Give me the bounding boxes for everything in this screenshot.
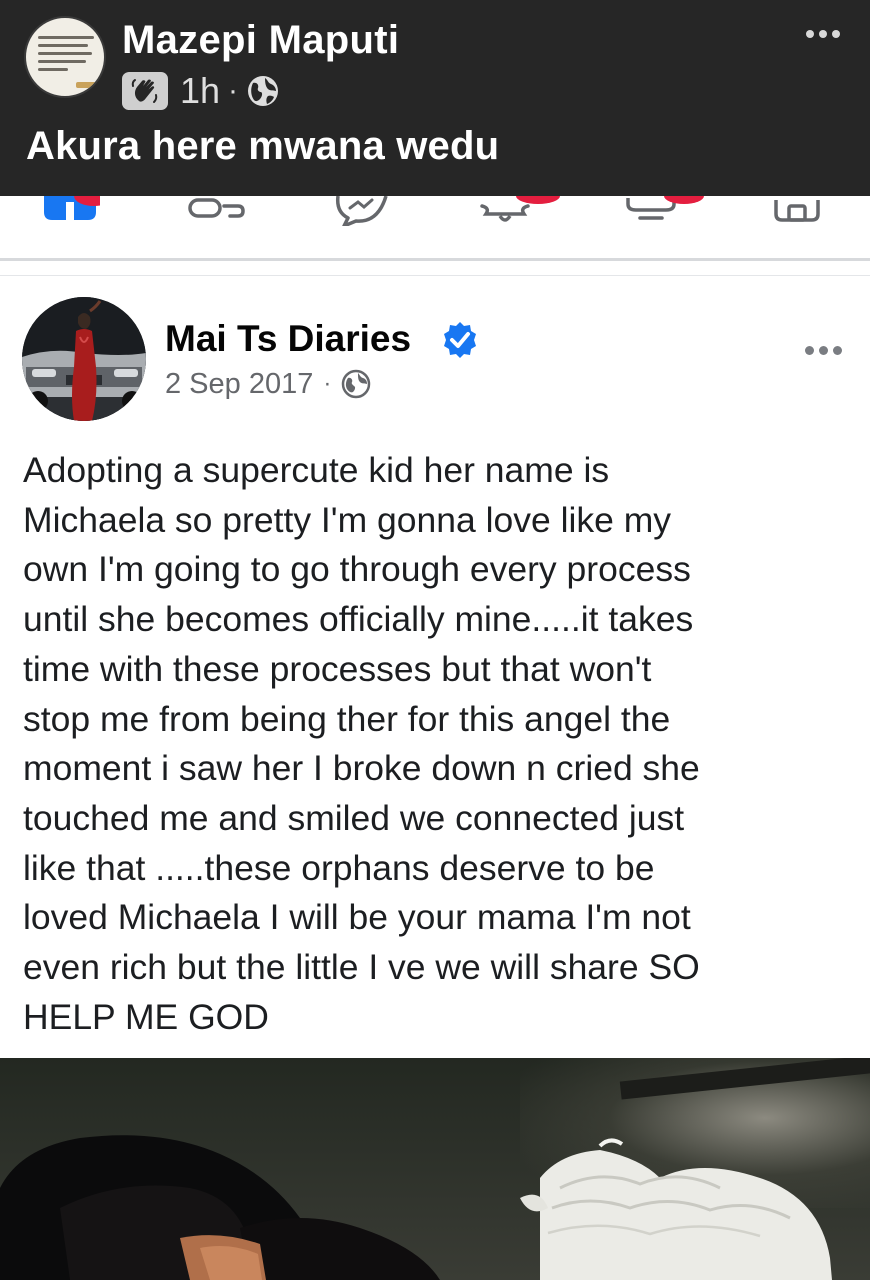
post-text-line: until she becomes officially mine.....it…: [23, 599, 694, 640]
post-text-line: Michaela so pretty I'm gonna love like m…: [23, 499, 672, 540]
post-text-line: touched me and smiled we connected just: [23, 797, 685, 838]
outer-post-caption: Akura here mwana wedu: [26, 124, 500, 168]
outer-author-name[interactable]: Mazepi Maputi: [122, 18, 399, 63]
messenger-icon[interactable]: [332, 196, 392, 226]
shared-author-avatar[interactable]: [22, 297, 146, 421]
outer-post-time[interactable]: 1h: [180, 70, 220, 112]
outer-post-meta: 1h ·: [122, 70, 280, 112]
post-text-line: even rich but the little I ve we will sh…: [23, 947, 700, 988]
post-text-line: Adopting a supercute kid her name is: [23, 450, 610, 490]
shared-post-text: Adopting a supercute kid her name is Mic…: [23, 446, 853, 1042]
more-dots-icon[interactable]: [805, 346, 842, 355]
post-text-line: loved Michaela I will be your mama I'm n…: [23, 897, 691, 938]
post-text-line: stop me from being ther for this angel t…: [23, 698, 671, 739]
watch-icon[interactable]: [624, 196, 714, 226]
shared-post-date[interactable]: 2 Sep 2017: [165, 368, 313, 401]
nav-bar-partial: [0, 196, 870, 254]
globe-icon: [342, 369, 371, 399]
shared-author-name[interactable]: Mai Ts Diaries: [165, 318, 411, 360]
friends-icon[interactable]: [186, 196, 248, 222]
section-divider: [0, 258, 870, 261]
meta-separator: ·: [323, 370, 332, 397]
post-text-line: time with these processes but that won't: [23, 648, 652, 689]
outer-author-avatar[interactable]: [24, 16, 106, 98]
more-dots-icon[interactable]: [806, 30, 840, 38]
post-text-line: own I'm going to go through every proces…: [23, 549, 691, 590]
post-text-line: HELP ME GOD: [23, 996, 269, 1037]
section-divider: [0, 275, 870, 276]
home-icon[interactable]: [44, 196, 100, 226]
verified-badge-icon: [444, 322, 476, 358]
post-text-line: like that .....these orphans deserve to …: [23, 847, 655, 888]
post-photo[interactable]: [0, 1058, 870, 1280]
notifications-icon[interactable]: [478, 196, 568, 226]
post-text-line: moment i saw her I broke down n cried sh…: [23, 748, 700, 789]
globe-icon: [248, 76, 279, 106]
outer-post-header: Mazepi Maputi 1h · Akura here mwana wedu: [0, 0, 870, 196]
wave-icon: [122, 72, 168, 110]
meta-separator: ·: [228, 74, 239, 107]
shared-post-meta: 2 Sep 2017 ·: [165, 364, 371, 404]
marketplace-icon[interactable]: [772, 196, 824, 224]
